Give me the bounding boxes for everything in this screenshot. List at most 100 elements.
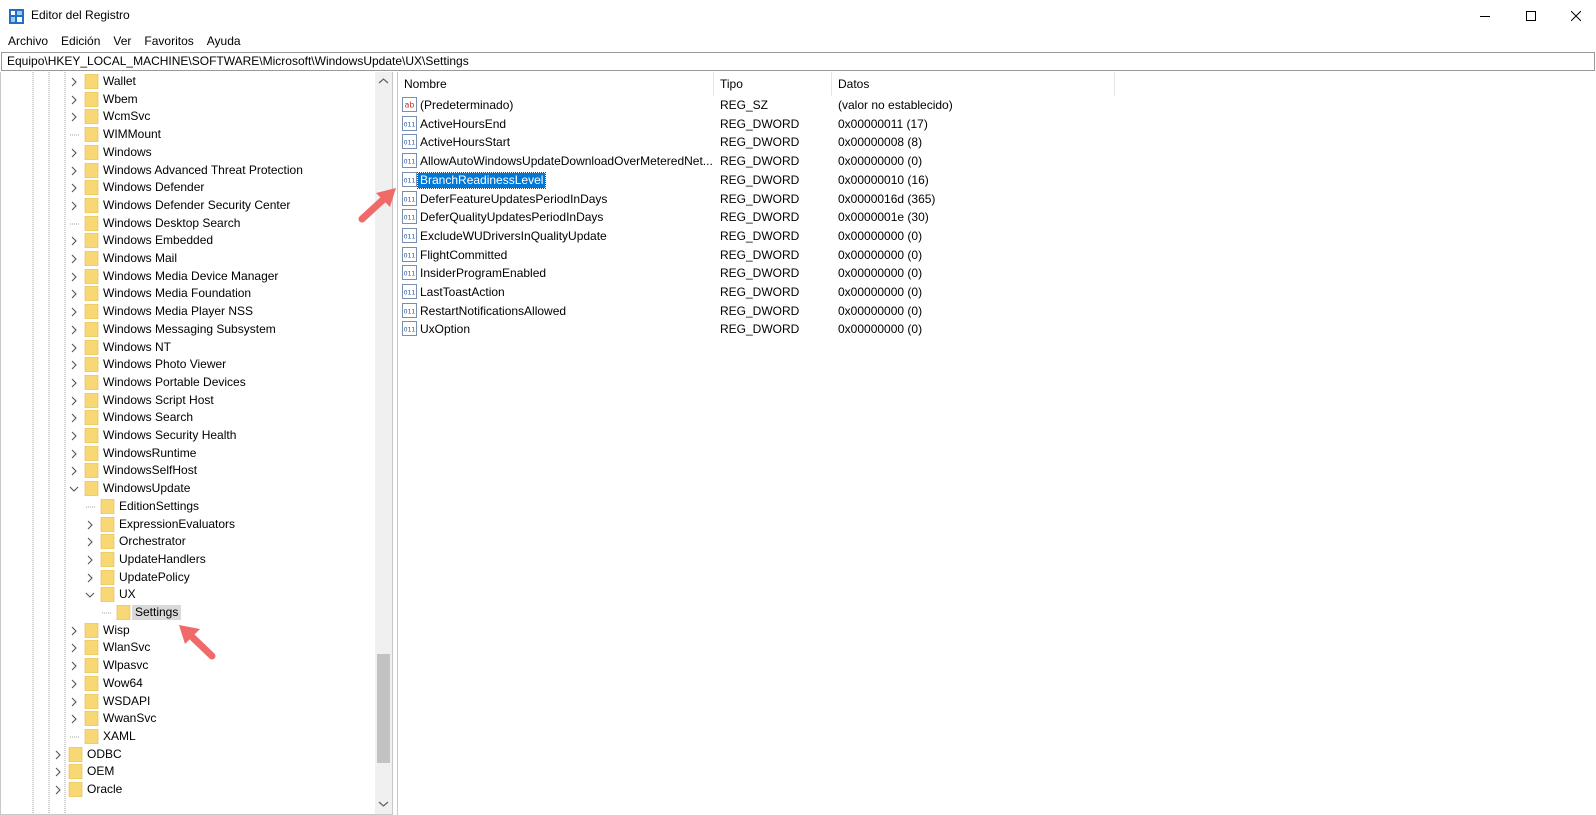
tree-node[interactable]: Windows Defender Security Center xyxy=(1,197,375,215)
menu-edicion[interactable]: Edición xyxy=(56,34,105,48)
tree-node[interactable]: WIMMount xyxy=(1,126,375,144)
chevron-right-icon[interactable] xyxy=(69,166,79,176)
tree-node[interactable]: Windows Media Player NSS xyxy=(1,303,375,321)
tree-node[interactable]: WSDAPI xyxy=(1,693,375,711)
chevron-down-icon[interactable] xyxy=(85,590,95,600)
value-row[interactable]: 011 InsiderProgramEnabled REG_DWORD 0x00000… xyxy=(398,264,1596,283)
tree-node[interactable]: Windows xyxy=(1,144,375,162)
value-row[interactable]: 011 DeferQualityUpdatesPeriodInDays REG_DW… xyxy=(398,208,1596,227)
tree-node[interactable]: Windows Advanced Threat Protection xyxy=(1,162,375,180)
value-row[interactable]: 011 BranchReadinessLevel REG_DWORD 0x000000… xyxy=(398,171,1596,190)
tree-node[interactable]: UpdatePolicy xyxy=(1,569,375,587)
chevron-right-icon[interactable] xyxy=(69,112,79,122)
close-button[interactable] xyxy=(1553,0,1596,31)
tree-node[interactable]: ExpressionEvaluators xyxy=(1,516,375,534)
tree-node[interactable]: Windows Media Foundation xyxy=(1,285,375,303)
chevron-right-icon[interactable] xyxy=(69,360,79,370)
chevron-right-icon[interactable] xyxy=(53,767,63,777)
tree-node[interactable]: WindowsRuntime xyxy=(1,445,375,463)
chevron-right-icon[interactable] xyxy=(69,643,79,653)
chevron-right-icon[interactable] xyxy=(69,449,79,459)
chevron-right-icon[interactable] xyxy=(69,77,79,87)
chevron-right-icon[interactable] xyxy=(69,431,79,441)
chevron-right-icon[interactable] xyxy=(69,378,79,388)
values-list[interactable]: Nombre Tipo Datos ab (Predeterminado) REG_… xyxy=(397,72,1596,815)
chevron-right-icon[interactable] xyxy=(85,537,95,547)
chevron-down-icon[interactable] xyxy=(69,484,79,494)
tree-node[interactable]: Windows Script Host xyxy=(1,392,375,410)
value-row[interactable]: 011 ActiveHoursStart REG_DWORD 0x00000008 (… xyxy=(398,133,1596,152)
chevron-right-icon[interactable] xyxy=(85,520,95,530)
tree-node[interactable]: Wow64 xyxy=(1,675,375,693)
chevron-right-icon[interactable] xyxy=(69,679,79,689)
value-row[interactable]: 011 RestartNotificationsAllowed REG_DWORD 0… xyxy=(398,302,1596,321)
menu-ver[interactable]: Ver xyxy=(108,34,136,48)
tree-node[interactable]: ODBC xyxy=(1,746,375,764)
tree-node[interactable]: Windows Embedded xyxy=(1,232,375,250)
tree-node[interactable]: XAML xyxy=(1,728,375,746)
tree-node[interactable]: WindowsUpdate xyxy=(1,480,375,498)
chevron-right-icon[interactable] xyxy=(69,254,79,264)
tree-node[interactable]: Windows Portable Devices xyxy=(1,374,375,392)
registry-tree[interactable]: Wallet Wbem WcmSvc WIMMount Windows Windows A… xyxy=(0,72,393,815)
tree-node[interactable]: Orchestrator xyxy=(1,533,375,551)
value-row[interactable]: ab (Predeterminado) REG_SZ (valor no establ… xyxy=(398,96,1596,115)
column-header-type[interactable]: Tipo xyxy=(714,72,832,96)
chevron-right-icon[interactable] xyxy=(69,307,79,317)
chevron-right-icon[interactable] xyxy=(69,236,79,246)
scroll-down-icon[interactable] xyxy=(378,799,389,809)
menu-archivo[interactable]: Archivo xyxy=(3,34,53,48)
chevron-right-icon[interactable] xyxy=(85,555,95,565)
chevron-right-icon[interactable] xyxy=(69,413,79,423)
tree-node[interactable]: WwanSvc xyxy=(1,710,375,728)
tree-node[interactable]: WcmSvc xyxy=(1,108,375,126)
value-row[interactable]: 011 ExcludeWUDriversInQualityUpdate REG_DW… xyxy=(398,227,1596,246)
menu-ayuda[interactable]: Ayuda xyxy=(202,34,246,48)
value-row[interactable]: 011 FlightCommitted REG_DWORD 0x00000000 (0… xyxy=(398,246,1596,265)
tree-node[interactable]: Windows Mail xyxy=(1,250,375,268)
tree-node[interactable]: UpdateHandlers xyxy=(1,551,375,569)
tree-vertical-scrollbar[interactable] xyxy=(375,72,392,814)
chevron-right-icon[interactable] xyxy=(69,95,79,105)
chevron-right-icon[interactable] xyxy=(69,201,79,211)
tree-node[interactable]: Windows Photo Viewer xyxy=(1,356,375,374)
column-header-data[interactable]: Datos xyxy=(832,72,1115,96)
tree-node[interactable]: Windows Messaging Subsystem xyxy=(1,321,375,339)
tree-node[interactable]: Windows NT xyxy=(1,339,375,357)
value-row[interactable]: 011 UxOption REG_DWORD 0x00000000 (0) xyxy=(398,320,1596,339)
chevron-right-icon[interactable] xyxy=(69,396,79,406)
chevron-right-icon[interactable] xyxy=(69,289,79,299)
value-row[interactable]: 011 AllowAutoWindowsUpdateDownloadOverMet… xyxy=(398,152,1596,171)
column-header-name[interactable]: Nombre xyxy=(398,72,714,96)
tree-node[interactable]: Wbem xyxy=(1,91,375,109)
chevron-right-icon[interactable] xyxy=(69,466,79,476)
tree-node[interactable]: Windows Defender xyxy=(1,179,375,197)
tree-node[interactable]: EditionSettings xyxy=(1,498,375,516)
tree-node[interactable]: WindowsSelfHost xyxy=(1,462,375,480)
minimize-button[interactable] xyxy=(1462,0,1508,31)
tree-node[interactable]: Windows Search xyxy=(1,409,375,427)
scrollbar-thumb[interactable] xyxy=(377,654,390,763)
tree-node[interactable]: Windows Security Health xyxy=(1,427,375,445)
tree-node[interactable]: Wallet xyxy=(1,73,375,91)
address-bar[interactable]: Equipo\HKEY_LOCAL_MACHINE\SOFTWARE\Micro… xyxy=(1,52,1595,71)
chevron-right-icon[interactable] xyxy=(69,714,79,724)
scroll-up-icon[interactable] xyxy=(378,76,389,86)
tree-node[interactable]: Windows Media Device Manager xyxy=(1,268,375,286)
value-row[interactable]: 011 ActiveHoursEnd REG_DWORD 0x00000011 (17… xyxy=(398,115,1596,134)
chevron-right-icon[interactable] xyxy=(69,626,79,636)
chevron-right-icon[interactable] xyxy=(69,272,79,282)
tree-node[interactable]: Windows Desktop Search xyxy=(1,215,375,233)
chevron-right-icon[interactable] xyxy=(69,183,79,193)
chevron-right-icon[interactable] xyxy=(53,750,63,760)
chevron-right-icon[interactable] xyxy=(69,325,79,335)
tree-node[interactable]: Settings xyxy=(1,604,375,622)
chevron-right-icon[interactable] xyxy=(85,573,95,583)
tree-node[interactable]: UX xyxy=(1,586,375,604)
menu-favoritos[interactable]: Favoritos xyxy=(139,34,198,48)
chevron-right-icon[interactable] xyxy=(69,148,79,158)
tree-node[interactable]: Oracle xyxy=(1,781,375,799)
chevron-right-icon[interactable] xyxy=(69,343,79,353)
value-row[interactable]: 011 LastToastAction REG_DWORD 0x00000000 (0… xyxy=(398,283,1596,302)
tree-node[interactable]: OEM xyxy=(1,763,375,781)
